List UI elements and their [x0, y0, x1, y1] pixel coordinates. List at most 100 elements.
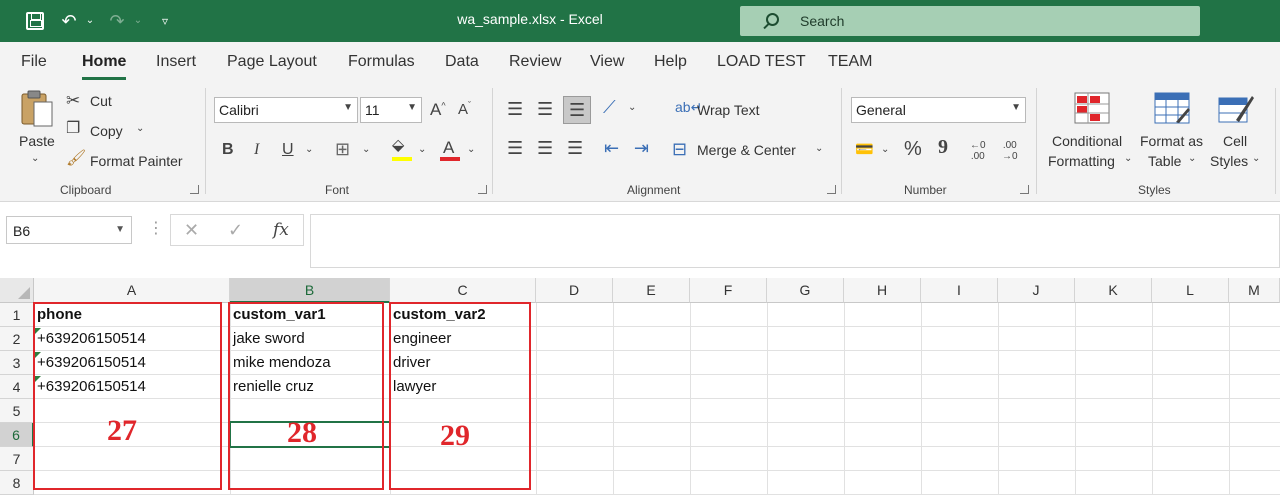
align-bottom-button[interactable]: ☰ — [563, 96, 591, 124]
comma-style-button[interactable]: 9 — [938, 137, 948, 157]
annotation-box-a — [33, 302, 222, 490]
tab-formulas[interactable]: Formulas — [348, 53, 415, 71]
number-format-select[interactable]: General ▼ — [851, 97, 1026, 123]
row-header-2[interactable]: 2 — [0, 327, 34, 351]
font-name-select[interactable]: Calibri ▼ — [214, 97, 358, 123]
select-all-button[interactable] — [0, 278, 34, 303]
column-header-g[interactable]: G — [767, 278, 844, 303]
name-box-value: B6 — [13, 223, 31, 239]
borders-icon[interactable]: ⊞ — [335, 140, 350, 158]
row-header-7[interactable]: 7 — [0, 447, 34, 471]
name-box[interactable]: B6 ▼ — [6, 216, 132, 244]
row-header-5[interactable]: 5 — [0, 399, 34, 423]
search-label: Search — [800, 13, 845, 29]
font-color-button[interactable]: A — [438, 138, 462, 164]
format-as-table-label-1: Format as — [1140, 133, 1204, 149]
tab-view[interactable]: View — [590, 53, 624, 71]
align-left-icon[interactable]: ☰ — [507, 139, 523, 157]
formula-buttons: ✕ ✓ fx — [170, 214, 304, 246]
column-header-e[interactable]: E — [613, 278, 690, 303]
increase-indent-icon[interactable]: ⇥ — [634, 139, 649, 157]
increase-decimal-icon[interactable]: ←0.00 — [970, 140, 986, 162]
column-header-l[interactable]: L — [1152, 278, 1229, 303]
column-header-k[interactable]: K — [1075, 278, 1152, 303]
copy-dropdown-icon[interactable]: ⌄ — [136, 124, 144, 134]
row-header-1[interactable]: 1 — [0, 303, 34, 327]
clipboard-launcher-icon[interactable] — [190, 185, 199, 194]
fill-color-button[interactable]: ⬙ — [390, 138, 414, 164]
column-header-h[interactable]: H — [844, 278, 921, 303]
alignment-launcher-icon[interactable] — [827, 185, 836, 194]
column-header-d[interactable]: D — [536, 278, 613, 303]
more-options-icon[interactable]: ⋮ — [148, 218, 164, 238]
merge-dropdown-icon[interactable]: ⌄ — [815, 144, 823, 154]
tab-insert[interactable]: Insert — [156, 53, 196, 71]
underline-button[interactable]: U — [282, 142, 294, 158]
percent-button[interactable]: % — [904, 139, 922, 159]
borders-dropdown-icon[interactable]: ⌄ — [362, 145, 370, 155]
row-header-4[interactable]: 4 — [0, 375, 34, 399]
enter-icon[interactable]: ✓ — [228, 220, 243, 241]
column-header-i[interactable]: I — [921, 278, 998, 303]
tab-load-test[interactable]: LOAD TEST — [717, 53, 806, 71]
tab-file[interactable]: File — [21, 53, 47, 71]
cancel-icon[interactable]: ✕ — [184, 220, 199, 241]
column-header-c[interactable]: C — [390, 278, 536, 303]
orientation-icon[interactable]: ⟋ — [603, 98, 616, 116]
tab-data[interactable]: Data — [445, 53, 479, 71]
column-header-j[interactable]: J — [998, 278, 1075, 303]
row-header-6[interactable]: 6 — [0, 423, 34, 447]
column-header-a[interactable]: A — [34, 278, 230, 303]
fill-color-dropdown-icon[interactable]: ⌄ — [418, 145, 426, 155]
column-header-f[interactable]: F — [690, 278, 767, 303]
font-group-label: Font — [325, 183, 350, 197]
gridline — [767, 303, 768, 495]
window-title: wa_sample.xlsx - Excel — [457, 11, 603, 27]
align-top-icon[interactable]: ☰ — [507, 100, 523, 118]
orientation-dropdown-icon[interactable]: ⌄ — [628, 103, 636, 113]
decrease-font-icon[interactable]: Aˇ — [458, 101, 471, 118]
row-header-8[interactable]: 8 — [0, 471, 34, 495]
paste-label: Paste — [19, 133, 55, 149]
group-divider — [841, 88, 842, 194]
chevron-down-icon: ⌄ — [1252, 153, 1261, 164]
save-icon[interactable] — [24, 10, 46, 32]
undo-icon[interactable]: ↶ — [58, 10, 80, 32]
accounting-format-icon[interactable]: 💳 — [855, 142, 874, 157]
decrease-indent-icon[interactable]: ⇤ — [604, 139, 619, 157]
italic-button[interactable]: I — [254, 142, 259, 158]
column-header-m[interactable]: M — [1229, 278, 1280, 303]
insert-function-icon[interactable]: fx — [273, 220, 289, 240]
tab-home[interactable]: Home — [82, 53, 127, 80]
font-color-dropdown-icon[interactable]: ⌄ — [467, 145, 475, 155]
wrap-text-label: Wrap Text — [697, 102, 760, 118]
formula-input[interactable] — [310, 214, 1280, 268]
tab-help[interactable]: Help — [654, 53, 687, 71]
tab-team[interactable]: TEAM — [828, 53, 872, 71]
spreadsheet-grid[interactable]: A B C D E F G H I J K L M 1 2 3 4 5 6 7 … — [0, 278, 1280, 495]
row-header-3[interactable]: 3 — [0, 351, 34, 375]
font-launcher-icon[interactable] — [478, 185, 487, 194]
search-box[interactable]: Search — [740, 6, 1200, 36]
undo-dropdown-icon[interactable]: ⌄ — [84, 10, 96, 32]
tab-page-layout[interactable]: Page Layout — [227, 53, 317, 71]
bold-button[interactable]: B — [222, 142, 234, 158]
number-format-value: General — [856, 102, 906, 118]
conditional-formatting-icon — [1074, 92, 1110, 124]
number-launcher-icon[interactable] — [1020, 185, 1029, 194]
underline-dropdown-icon[interactable]: ⌄ — [305, 145, 313, 155]
group-divider — [1036, 88, 1037, 194]
paste-dropdown-icon[interactable]: ⌄ — [31, 154, 39, 164]
decrease-decimal-icon[interactable]: .00 →0 — [1002, 140, 1018, 162]
font-size-select[interactable]: 11 ▼ — [360, 97, 422, 123]
increase-font-icon[interactable]: A^ — [430, 101, 446, 118]
align-middle-icon[interactable]: ☰ — [537, 100, 553, 118]
annotation-box-b — [228, 302, 384, 490]
customize-toolbar-icon[interactable]: ▿ — [158, 10, 172, 32]
tab-review[interactable]: Review — [509, 53, 561, 71]
align-right-icon[interactable]: ☰ — [567, 139, 583, 157]
accounting-dropdown-icon[interactable]: ⌄ — [881, 145, 889, 155]
copy-label: Copy — [90, 123, 123, 139]
column-header-b[interactable]: B — [230, 278, 390, 303]
align-center-icon[interactable]: ☰ — [537, 139, 553, 157]
